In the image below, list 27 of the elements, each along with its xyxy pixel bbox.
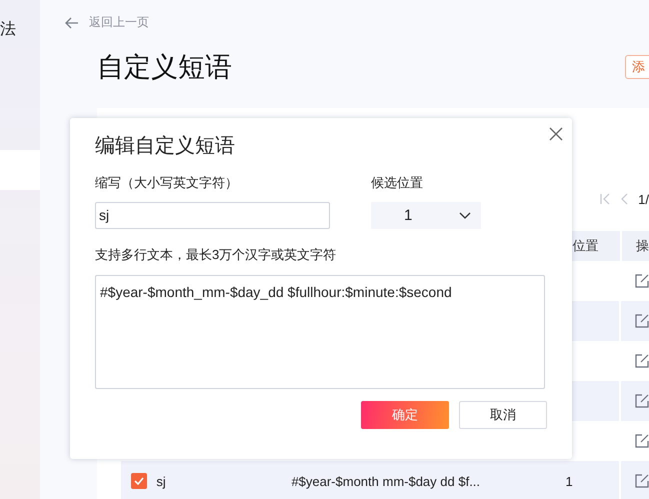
page-indicator: 1/ <box>638 192 649 206</box>
cancel-button[interactable]: 取消 <box>459 401 547 429</box>
table-cell: 1 <box>565 474 573 488</box>
close-icon[interactable] <box>549 127 563 141</box>
edit-icon[interactable] <box>635 474 649 488</box>
edit-icon[interactable] <box>635 314 649 328</box>
checkmark-icon <box>134 477 144 485</box>
chevron-down-icon <box>459 212 471 219</box>
abbreviation-field[interactable]: sj <box>95 202 330 229</box>
field-label: 支持多行文本，最长3万个汉字或英文字符 <box>95 246 338 264</box>
dialog-title: 编辑自定义短语 <box>95 134 235 159</box>
field-label: 候选位置 <box>371 174 424 192</box>
content-field[interactable]: #$year-$month_mm-$day_dd $fullhour:$minute:$second <box>95 275 545 389</box>
edit-icon[interactable] <box>635 354 649 368</box>
position-dropdown[interactable]: 1 <box>371 202 481 229</box>
field-label: 缩写（大小写英文字符） <box>95 174 239 192</box>
edit-icon[interactable] <box>635 434 649 448</box>
page-title: 自定义短语 <box>97 51 232 84</box>
edit-icon[interactable] <box>635 274 649 288</box>
sidebar-item[interactable]: 法 <box>0 10 40 50</box>
back-arrow-icon <box>65 16 79 28</box>
column-header: 操 <box>636 237 649 255</box>
table-cell: #$year-$month mm-$day dd $f... <box>291 474 480 488</box>
edit-icon[interactable] <box>635 394 649 408</box>
table-cell: sj <box>156 474 166 488</box>
row-checkbox[interactable] <box>131 473 147 489</box>
column-header: 位置 <box>572 237 598 255</box>
